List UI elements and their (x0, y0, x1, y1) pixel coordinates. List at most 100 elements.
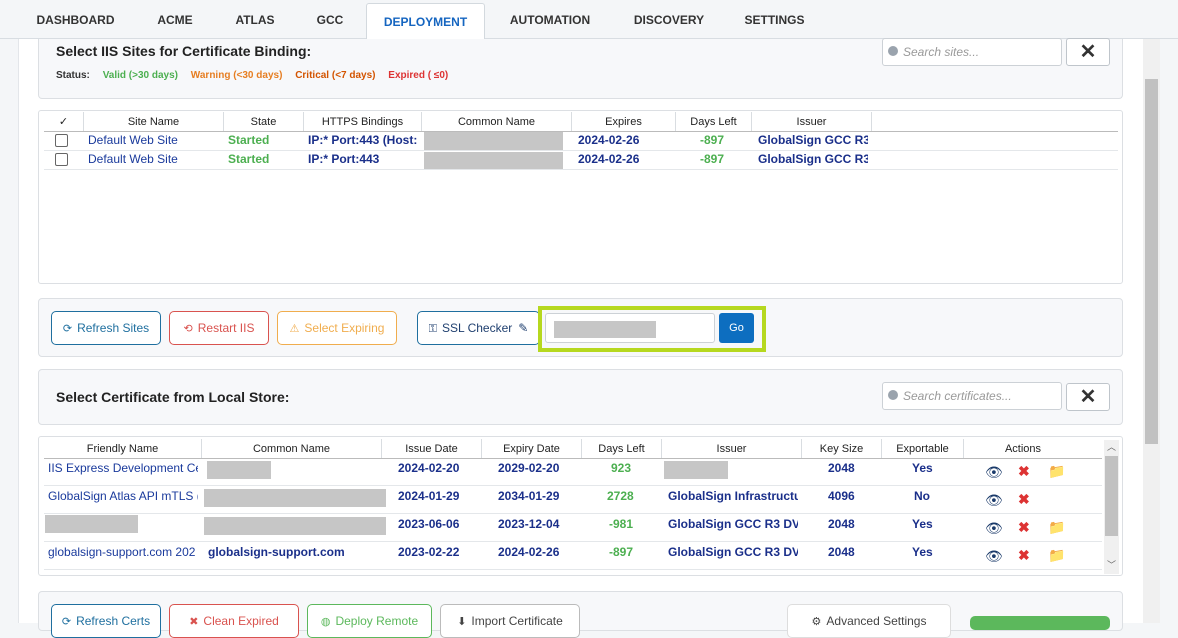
refresh-sites-button[interactable]: ⟳ Refresh Sites (51, 311, 161, 345)
delete-icon[interactable]: ✖ (1018, 492, 1030, 506)
redacted-common-name (424, 132, 563, 150)
scroll-up-icon[interactable]: ︿ (1107, 440, 1116, 453)
gear-icon: ⚙ (811, 616, 822, 628)
col-common-name[interactable]: Common Name (202, 439, 382, 459)
scrollbar-thumb[interactable] (1145, 79, 1158, 444)
cert-exportable: No (914, 489, 930, 503)
delete-icon[interactable]: ✖ (1018, 520, 1030, 534)
import-icon: ⬇ (457, 616, 467, 628)
redacted-common-name (207, 461, 271, 479)
cert-issue-date: 2024-01-29 (398, 489, 460, 503)
search-icon (888, 390, 898, 400)
refresh-sites-label: Refresh Sites (77, 321, 150, 335)
col-expiry-date[interactable]: Expiry Date (482, 439, 582, 459)
col-days-left[interactable]: Days Left (676, 112, 752, 132)
legend-valid: Valid (>30 days) (102, 70, 179, 81)
table-scrollbar-thumb[interactable] (1105, 456, 1118, 536)
clear-cert-search-button[interactable]: ✕ (1066, 383, 1110, 411)
scroll-down-icon[interactable]: ﹀ (1107, 558, 1116, 571)
cert-issue-date: 2023-06-06 (398, 517, 460, 531)
col-https-bindings[interactable]: HTTPS Bindings (304, 112, 422, 132)
tab-deployment[interactable]: DEPLOYMENT (366, 3, 485, 40)
status-legend: Status: Valid (>30 days) Warning (<30 da… (56, 70, 458, 81)
col-common-name[interactable]: Common Name (422, 112, 572, 132)
col-state[interactable]: State (224, 112, 304, 132)
cert-expiry-date: 2023-12-04 (498, 517, 560, 531)
import-certificate-label: Import Certificate (471, 614, 563, 628)
site-state: Started (228, 133, 270, 147)
row-divider (44, 169, 1118, 170)
cert-key-size: 2048 (828, 461, 855, 475)
col-days-left[interactable]: Days Left (582, 439, 662, 459)
tab-dashboard[interactable]: DASHBOARD (28, 0, 123, 39)
site-days-left: -897 (700, 152, 725, 166)
clean-expired-button[interactable]: ✖ Clean Expired (169, 604, 299, 638)
cert-exportable: Yes (912, 461, 933, 475)
refresh-icon: ⟳ (61, 616, 72, 628)
col-key-size[interactable]: Key Size (802, 439, 882, 459)
ssl-checker-button[interactable]: ⚿ SSL Checker ✎ (417, 311, 540, 345)
view-icon[interactable]: 👁 (985, 493, 1003, 507)
restart-iis-button[interactable]: ⟲ Restart IIS (169, 311, 269, 345)
cert-issuer: GlobalSign GCC R3 DV ' (668, 545, 798, 559)
globe-icon: ◍ (320, 616, 331, 628)
tab-automation[interactable]: AUTOMATION (500, 0, 600, 39)
tab-discovery[interactable]: DISCOVERY (626, 0, 712, 39)
site-row-checkbox[interactable] (55, 153, 68, 166)
legend-warning: Warning (<30 days) (190, 70, 283, 81)
advanced-settings-button[interactable]: ⚙ Advanced Settings (787, 604, 951, 638)
ssl-domain-input[interactable] (545, 313, 715, 343)
cert-friendly-name: IIS Express Development Ce (48, 461, 198, 475)
deploy-button[interactable] (970, 616, 1110, 630)
folder-icon[interactable]: 📁 (1048, 520, 1065, 534)
col-select[interactable]: ✓ (44, 112, 84, 132)
cert-days-left: 2728 (607, 489, 634, 503)
col-expires[interactable]: Expires (572, 112, 676, 132)
refresh-certs-button[interactable]: ⟳ Refresh Certs (51, 604, 161, 638)
site-name: Default Web Site (88, 133, 178, 147)
col-friendly-name[interactable]: Friendly Name (44, 439, 202, 459)
deploy-remote-button[interactable]: ◍ Deploy Remote (307, 604, 432, 638)
select-expiring-button[interactable]: ⚠ Select Expiring (277, 311, 397, 345)
col-issuer[interactable]: Issuer (752, 112, 872, 132)
cert-key-size: 4096 (828, 489, 855, 503)
close-icon: ✖ (189, 616, 199, 628)
row-divider (44, 485, 1102, 486)
col-actions[interactable]: Actions (964, 439, 1082, 459)
cert-key-size: 2048 (828, 517, 855, 531)
site-row-checkbox[interactable] (55, 134, 68, 147)
cert-title: Select Certificate from Local Store: (56, 389, 290, 405)
redacted-issuer (664, 461, 728, 479)
clear-site-search-button[interactable]: ✕ (1066, 38, 1110, 66)
view-icon[interactable]: 👁 (985, 465, 1003, 479)
cert-issuer: GlobalSign Infrastructu (668, 489, 798, 503)
table-scrollbar[interactable]: ︿ ﹀ (1104, 440, 1119, 574)
col-exportable[interactable]: Exportable (882, 439, 964, 459)
col-site-name[interactable]: Site Name (84, 112, 224, 132)
import-certificate-button[interactable]: ⬇ Import Certificate (440, 604, 580, 638)
folder-icon[interactable]: 📁 (1048, 548, 1065, 562)
sites-title: Select IIS Sites for Certificate Binding… (56, 43, 312, 59)
delete-icon[interactable]: ✖ (1018, 464, 1030, 478)
site-bindings: IP:* Port:443 (308, 152, 380, 166)
cert-days-left: -981 (609, 517, 634, 531)
tab-atlas[interactable]: ATLAS (228, 0, 282, 39)
cert-search-input[interactable]: Search certificates... (882, 382, 1062, 410)
view-icon[interactable]: 👁 (985, 549, 1003, 563)
redacted-domain (554, 321, 656, 338)
col-issue-date[interactable]: Issue Date (382, 439, 482, 459)
redacted-common-name (204, 489, 386, 507)
tab-gcc[interactable]: GCC (308, 0, 352, 39)
site-search-input[interactable]: Search sites... (882, 38, 1062, 66)
go-button[interactable]: Go (719, 313, 754, 343)
col-issuer[interactable]: Issuer (662, 439, 802, 459)
site-state: Started (228, 152, 270, 166)
delete-icon[interactable]: ✖ (1018, 548, 1030, 562)
site-bindings: IP:* Port:443 (Host: (308, 133, 418, 147)
tab-acme[interactable]: ACME (148, 0, 202, 39)
folder-icon[interactable]: 📁 (1048, 464, 1065, 478)
tab-settings[interactable]: SETTINGS (737, 0, 812, 39)
view-icon[interactable]: 👁 (985, 521, 1003, 535)
cert-common-name: globalsign-support.com (208, 545, 345, 559)
page-scrollbar[interactable] (1143, 39, 1160, 623)
